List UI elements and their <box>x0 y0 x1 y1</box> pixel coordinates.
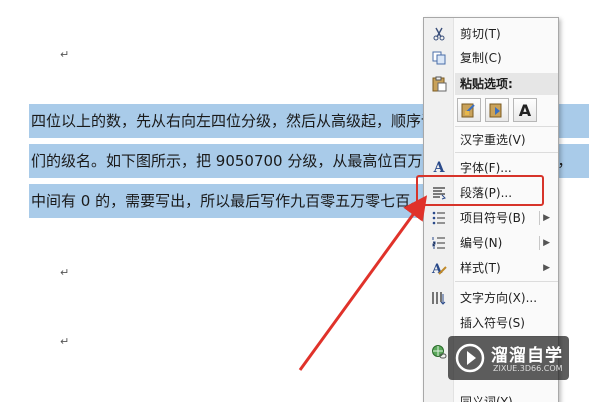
watermark-url: ZIXUE.3D66.COM <box>493 364 563 373</box>
watermark-title: 溜溜自学 <box>491 346 563 366</box>
watermark-badge: 溜溜自学 ZIXUE.3D66.COM <box>448 336 569 380</box>
watermark-logo-icon <box>455 343 485 373</box>
